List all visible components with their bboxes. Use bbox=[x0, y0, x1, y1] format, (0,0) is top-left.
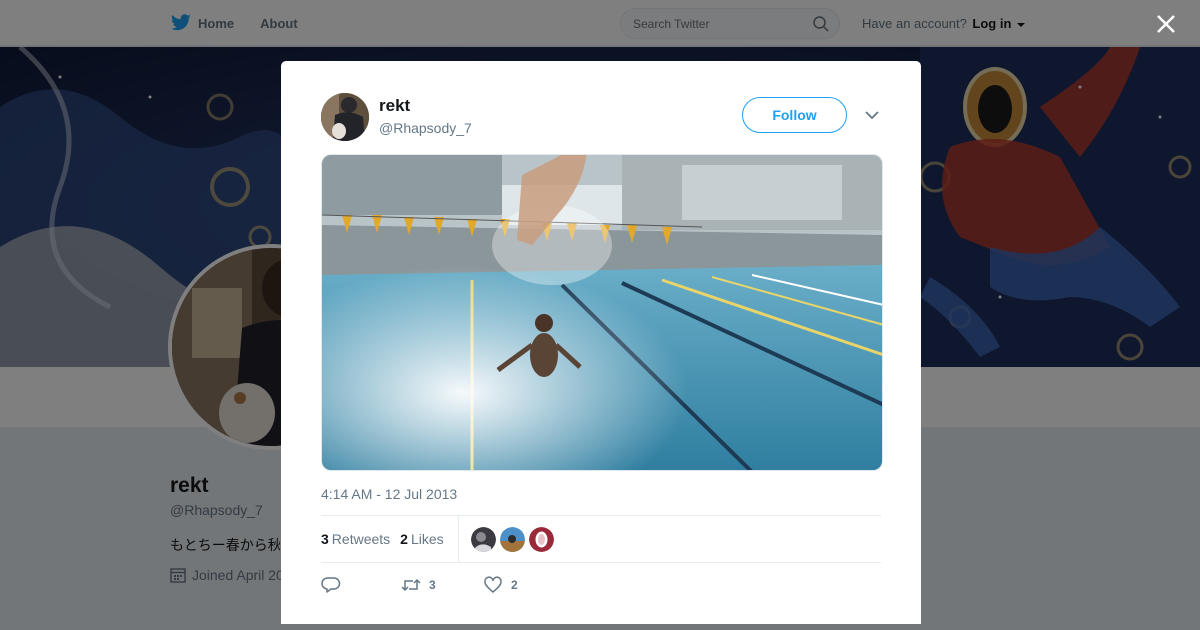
like-action-count: 2 bbox=[511, 578, 518, 592]
chevron-down-icon[interactable] bbox=[865, 110, 879, 120]
tweet-actions: 3 2 bbox=[321, 571, 621, 599]
tweet-author-handle[interactable]: @Rhapsody_7 bbox=[379, 120, 472, 136]
likes-label: Likes bbox=[410, 531, 444, 547]
likes-count: 2 bbox=[400, 531, 408, 547]
follow-button[interactable]: Follow bbox=[742, 97, 847, 133]
tweet-modal: rekt @Rhapsody_7 Follow 4:14 AM - 12 Jul… bbox=[281, 61, 921, 624]
pool-photo bbox=[322, 155, 882, 470]
reply-icon bbox=[321, 577, 341, 593]
heart-icon bbox=[484, 576, 502, 593]
retweet-action-count: 3 bbox=[429, 578, 436, 592]
like-action[interactable]: 2 bbox=[483, 576, 518, 594]
likes-stat[interactable]: 2 Likes bbox=[400, 531, 443, 547]
retweet-icon bbox=[401, 578, 421, 592]
close-icon[interactable] bbox=[1154, 12, 1178, 36]
tweet-stats: 3 Retweets 2 Likes bbox=[321, 515, 881, 563]
retweet-action[interactable]: 3 bbox=[401, 576, 483, 594]
tweet-author-name[interactable]: rekt bbox=[379, 96, 410, 116]
reply-action[interactable] bbox=[321, 576, 401, 594]
retweets-count: 3 bbox=[321, 531, 329, 547]
tweet-author-avatar[interactable] bbox=[321, 93, 369, 141]
tweet-author-avatar-photo bbox=[321, 93, 369, 141]
tweet-photo[interactable] bbox=[321, 154, 883, 471]
liker-avatar[interactable] bbox=[470, 526, 496, 552]
tweet-timestamp[interactable]: 4:14 AM - 12 Jul 2013 bbox=[321, 486, 457, 502]
stats-divider bbox=[457, 516, 459, 562]
retweets-label: Retweets bbox=[331, 531, 391, 547]
liker-avatar[interactable] bbox=[528, 526, 554, 552]
liker-avatar[interactable] bbox=[499, 526, 525, 552]
retweets-stat[interactable]: 3 Retweets bbox=[321, 531, 390, 547]
